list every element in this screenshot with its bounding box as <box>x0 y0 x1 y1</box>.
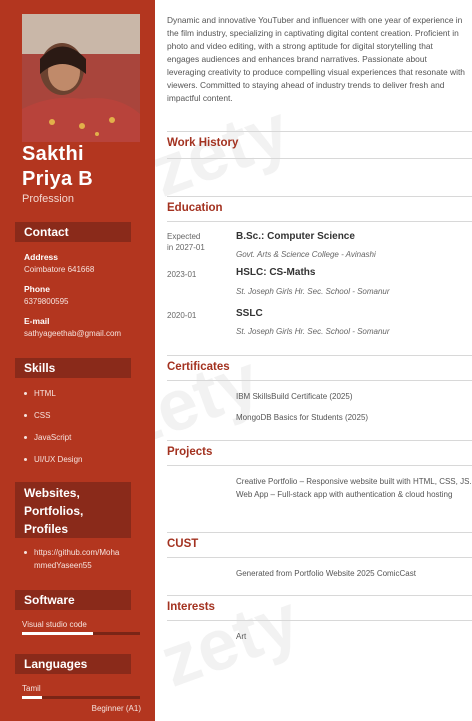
skill-item: HTML <box>24 389 56 398</box>
certificates-heading: Certificates <box>167 361 230 373</box>
education-date: 2020-01 <box>167 311 197 320</box>
name-last: Priya B <box>22 168 94 190</box>
education-degree: B.Sc.: Computer Science <box>236 231 355 242</box>
skill-item: UI/UX Design <box>24 455 82 464</box>
sidebar: Sakthi Priya B Profession Contact Addres… <box>0 0 155 721</box>
profile-photo <box>22 14 140 142</box>
certificate-item: MongoDB Basics for Students (2025) <box>236 413 369 422</box>
languages-heading: Languages <box>15 654 131 674</box>
divider <box>167 131 472 132</box>
skills-heading: Skills <box>15 358 131 378</box>
phone-label: Phone <box>24 284 50 294</box>
skill-item: CSS <box>24 411 50 420</box>
email-label: E-mail <box>24 316 50 326</box>
divider <box>167 557 472 558</box>
email-value: sathyageethab@gmail.com <box>24 329 122 338</box>
interest-item: Art <box>236 632 247 641</box>
projects-heading: Projects <box>167 446 213 458</box>
divider <box>167 595 472 596</box>
interests-heading: Interests <box>167 601 215 613</box>
divider <box>167 465 472 466</box>
divider <box>167 532 472 533</box>
education-date: 2023-01 <box>167 270 197 279</box>
language-level-label: Beginner (A1) <box>91 704 141 713</box>
contact-heading: Contact <box>15 222 131 242</box>
software-level-bar <box>22 632 140 635</box>
work-history-heading: Work History <box>167 137 239 149</box>
language-level-bar <box>22 696 140 699</box>
skill-item: JavaScript <box>24 433 71 442</box>
education-institution: Govt. Arts & Science College - Avinashi <box>236 250 376 259</box>
language-item: Tamil <box>22 684 41 693</box>
software-heading: Software <box>15 590 131 610</box>
divider <box>167 440 472 441</box>
education-institution: St. Joseph Girls Hr. Sec. School - Soman… <box>236 327 390 336</box>
divider <box>167 620 472 621</box>
divider <box>167 158 472 159</box>
websites-heading: Websites, Portfolios, Profiles <box>15 482 131 538</box>
cust-text: Generated from Portfolio Website 2025 Co… <box>236 569 416 578</box>
language-level-fill <box>22 696 43 699</box>
education-heading: Education <box>167 202 223 214</box>
education-degree: HSLC: CS-Maths <box>236 267 316 278</box>
software-level-fill <box>22 632 93 635</box>
address-value: Coimbatore 641668 <box>24 265 95 274</box>
bullet-icon <box>24 414 27 418</box>
divider <box>167 221 472 222</box>
cust-heading: CUST <box>167 538 199 550</box>
watermark: zety <box>140 89 300 213</box>
website-link[interactable]: https://github.com/Moha mmedYaseen55 <box>24 546 119 572</box>
projects-text: Creative Portfolio – Responsive website … <box>236 477 472 499</box>
bullet-icon <box>24 551 27 555</box>
divider <box>167 355 472 356</box>
education-institution: St. Joseph Girls Hr. Sec. School - Soman… <box>236 287 390 296</box>
address-label: Address <box>24 252 59 262</box>
phone-value: 6379800595 <box>24 297 69 306</box>
education-date: Expected in 2027-01 <box>167 232 205 252</box>
name-first: Sakthi <box>22 143 84 165</box>
bullet-icon <box>24 436 27 440</box>
divider <box>167 196 472 197</box>
software-item: Visual studio code <box>22 620 87 629</box>
professional-summary: Dynamic and innovative YouTuber and infl… <box>167 15 465 103</box>
divider <box>167 380 472 381</box>
bullet-icon <box>24 458 27 462</box>
profession: Profession <box>22 193 74 205</box>
certificate-item: IBM SkillsBuild Certificate (2025) <box>236 392 353 401</box>
education-degree: SSLC <box>236 308 263 319</box>
candidate-name: Sakthi Priya B <box>22 142 152 192</box>
bullet-icon <box>24 392 27 396</box>
